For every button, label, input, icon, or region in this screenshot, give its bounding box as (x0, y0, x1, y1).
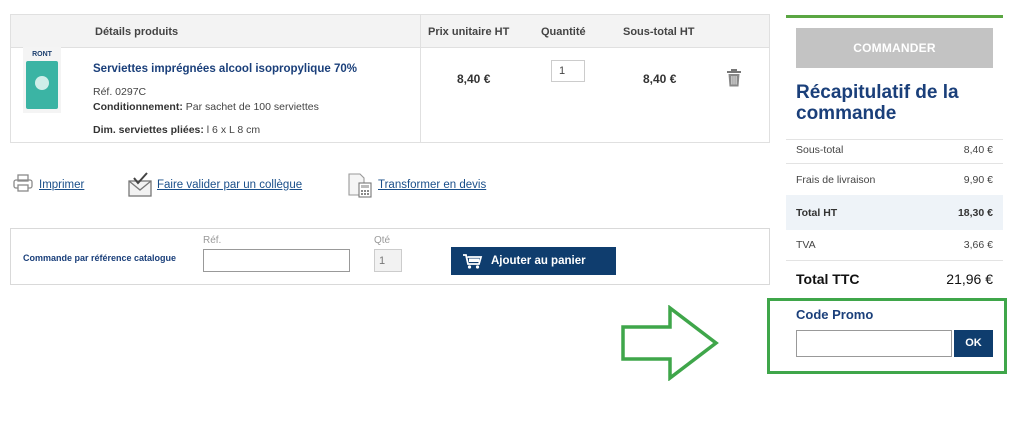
ref-label: Réf. (203, 235, 222, 246)
promo-ok-button[interactable]: OK (954, 330, 993, 357)
summary-value: 3,66 € (963, 239, 993, 251)
summary-row-tva: TVA 3,66 € (786, 232, 1003, 262)
product-dimensions: Dim. serviettes pliées: l 6 x L 8 cm (93, 124, 260, 136)
cart-icon (463, 254, 483, 269)
summary-row-shipping: Frais de livraison 9,90 € (786, 164, 1003, 194)
subtotal-price: 8,40 € (643, 72, 677, 86)
unit-price: 8,40 € (457, 72, 491, 86)
divider (786, 260, 1003, 261)
summary-label: Total HT (796, 207, 838, 219)
validate-link[interactable]: Faire valider par un collègue (157, 179, 302, 191)
summary-value: 21,96 € (946, 271, 993, 287)
envelope-check-icon (128, 172, 152, 197)
validate-action[interactable]: Faire valider par un collègue (128, 172, 308, 198)
arrow-right-icon (621, 305, 719, 381)
header-quantity: Quantité (541, 26, 586, 38)
calculator-icon (348, 173, 372, 198)
quote-action[interactable]: Transformer en devis (347, 172, 492, 198)
summary-label: Sous-total (796, 144, 844, 156)
printer-icon (13, 174, 33, 192)
print-link[interactable]: Imprimer (39, 179, 84, 191)
quote-link[interactable]: Transformer en devis (378, 179, 486, 191)
summary-row-total-ht: Total HT 18,30 € (786, 195, 1003, 230)
product-ref: Réf. 0297C (93, 86, 147, 98)
product-thumbnail[interactable]: RONT (23, 47, 61, 113)
quantity-input[interactable] (551, 60, 585, 82)
qty-label: Qté (374, 235, 391, 246)
cond-value: Par sachet de 100 serviettes (182, 101, 319, 113)
summary-label: Frais de livraison (796, 174, 876, 186)
cart-table-header: Détails produits Prix unitaire HT Quanti… (11, 15, 769, 48)
cond-label: Conditionnement: (93, 101, 183, 113)
header-details: Détails produits (95, 26, 179, 38)
summary-row-total-ttc: Total TTC 21,96 € (786, 263, 1003, 295)
trash-icon[interactable] (726, 69, 742, 87)
header-subtotal: Sous-total HT (623, 26, 695, 38)
summary-title: Récapitulatif de la commande (796, 82, 959, 124)
promo-code-input[interactable] (796, 330, 952, 357)
order-button[interactable]: COMMANDER (796, 28, 993, 68)
summary-value: 8,40 € (963, 144, 993, 156)
add-to-cart-label: Ajouter au panier (491, 255, 586, 267)
dim-label: Dim. serviettes pliées: (93, 124, 204, 136)
add-to-cart-button[interactable]: Ajouter au panier (451, 247, 616, 275)
product-pack-image (26, 61, 58, 109)
quick-order-title: Commande par référence catalogue (23, 253, 177, 263)
qty-input[interactable]: 1 (374, 249, 402, 272)
promo-title: Code Promo (796, 307, 874, 322)
header-unit-price: Prix unitaire HT (428, 26, 510, 38)
product-name-link[interactable]: Serviettes imprégnées alcool isopropyliq… (93, 63, 357, 75)
dim-value: l 6 x L 8 cm (203, 124, 261, 136)
summary-label: TVA (796, 239, 816, 251)
summary-value: 18,30 € (957, 207, 993, 219)
order-summary: COMMANDER Récapitulatif de la commande S… (786, 15, 1003, 297)
product-conditionnement: Conditionnement: Par sachet de 100 servi… (93, 101, 319, 113)
summary-value: 9,90 € (963, 174, 993, 186)
print-action[interactable]: Imprimer (12, 172, 92, 198)
ref-input[interactable] (203, 249, 350, 272)
summary-label: Total TTC (796, 271, 860, 287)
column-divider (420, 15, 421, 142)
quick-order-panel: Commande par référence catalogue Réf. Qt… (10, 228, 770, 285)
